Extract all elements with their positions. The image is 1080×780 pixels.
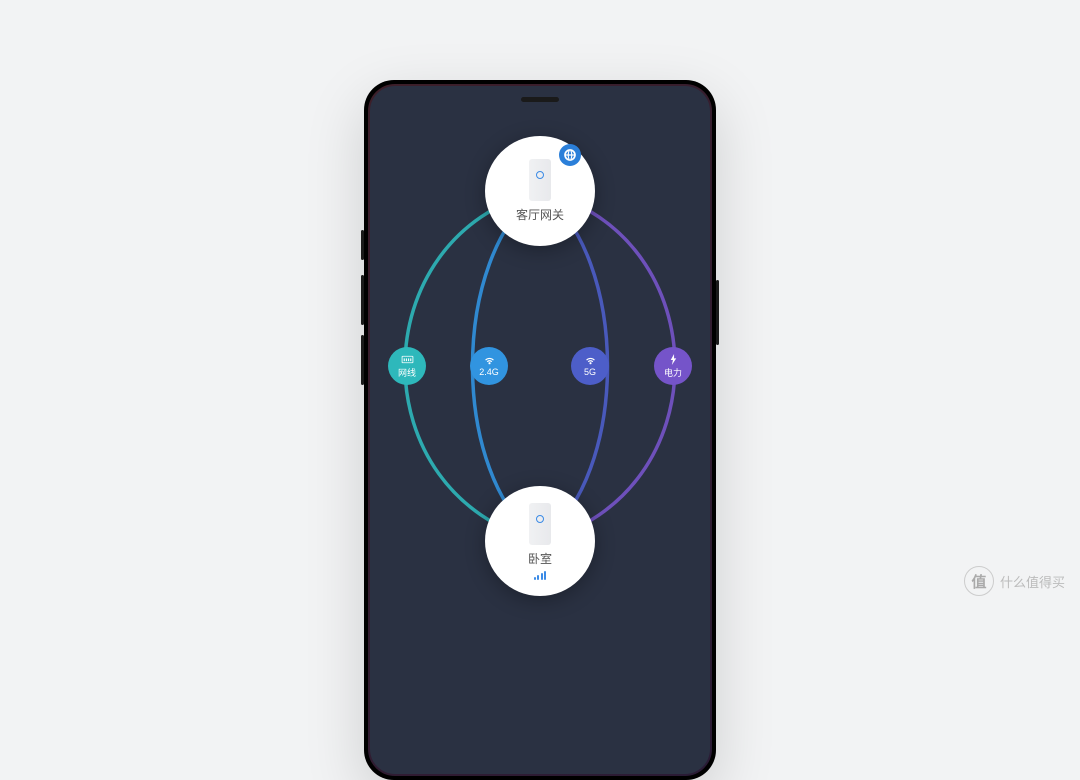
side-button (361, 230, 364, 260)
watermark: 值 什么值得买 (964, 566, 1065, 596)
gateway-label: 客厅网关 (516, 206, 564, 223)
phone-bezel: 客厅网关 网线 2.4G 5G 电力 (368, 84, 712, 776)
globe-icon (559, 144, 581, 166)
router-icon (529, 159, 551, 201)
connection-badge-powerline[interactable]: 电力 (654, 347, 692, 385)
speaker-notch (521, 97, 559, 102)
power-button (716, 280, 719, 345)
gateway-node-bedroom[interactable]: 卧室 (485, 486, 595, 596)
connection-label: 5G (584, 367, 596, 377)
phone-frame: 客厅网关 网线 2.4G 5G 电力 (364, 80, 716, 780)
gateway-label: 卧室 (528, 550, 552, 567)
phone-screen: 客厅网关 网线 2.4G 5G 电力 (370, 86, 710, 774)
watermark-text: 什么值得买 (1000, 572, 1065, 591)
volume-up-button (361, 275, 364, 325)
volume-down-button (361, 335, 364, 385)
watermark-logo-icon: 值 (964, 566, 994, 596)
connection-badge-wifi-5g[interactable]: 5G (571, 347, 609, 385)
network-topology-diagram: 客厅网关 网线 2.4G 5G 电力 (390, 116, 690, 616)
connection-label: 2.4G (479, 367, 499, 377)
connection-label: 网线 (398, 366, 416, 379)
connection-badge-wifi-24g[interactable]: 2.4G (470, 347, 508, 385)
bolt-icon (667, 354, 680, 365)
wifi-icon (584, 355, 597, 366)
connection-label: 电力 (664, 366, 682, 379)
ethernet-icon (401, 354, 414, 365)
wifi-icon (483, 355, 496, 366)
gateway-node-living-room[interactable]: 客厅网关 (485, 136, 595, 246)
connection-badge-ethernet[interactable]: 网线 (388, 347, 426, 385)
signal-bars-icon (534, 570, 547, 580)
router-icon (529, 503, 551, 545)
